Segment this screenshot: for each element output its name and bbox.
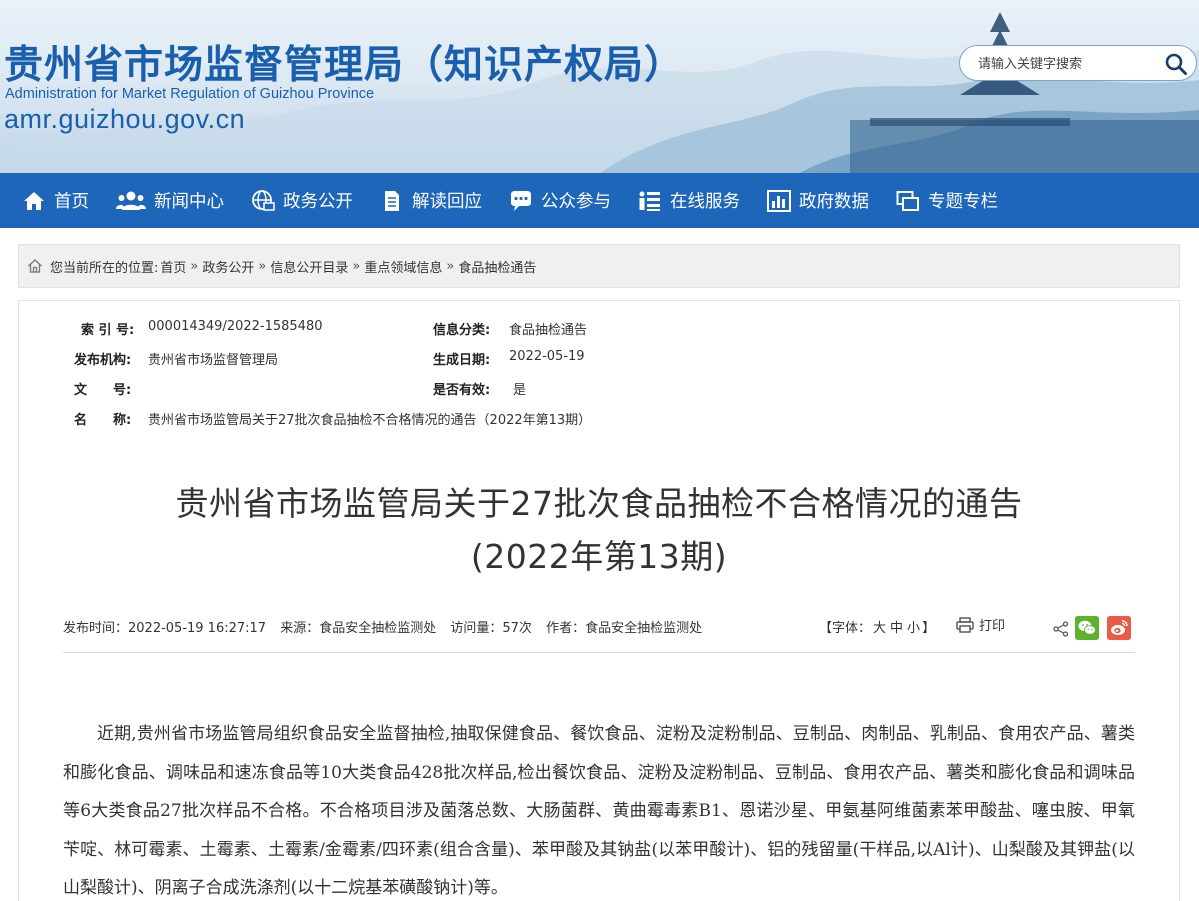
font-small-button[interactable]: 小 (907, 621, 920, 636)
article-container: 索 引 号: 000014349/2022-1585480 信息分类: 食品抽检… (18, 300, 1180, 901)
article-author: 作者：食品安全抽检监测处 (546, 621, 703, 636)
breadcrumb-home[interactable]: 首页 (160, 257, 186, 276)
meta-label: 信息分类: (433, 323, 491, 338)
globe-icon (252, 189, 275, 211)
nav-item-special-topics[interactable]: 专题专栏 (896, 188, 998, 213)
article-title-line1: 贵州省市场监管局关于27批次食品抽检不合格情况的通告 (175, 484, 1023, 523)
font-large-button[interactable]: 大 (873, 621, 886, 636)
home-icon (24, 191, 44, 210)
nav-label: 政务公开 (283, 192, 353, 212)
nav-item-home[interactable]: 首页 (22, 188, 89, 213)
publish-time: 发布时间：2022-05-19 16:27:17 (63, 621, 267, 636)
meta-value-publisher: 贵州省市场监督管理局 (148, 353, 279, 368)
meta-value-date: 2022-05-19 (509, 349, 585, 364)
breadcrumb-separator: » (258, 258, 267, 274)
view-count: 访问量：57次 (450, 621, 532, 636)
print-label: 打印 (979, 619, 1006, 634)
nav-label: 首页 (54, 192, 89, 212)
meta-value-valid: 是 (513, 383, 527, 398)
article-title-line2: (2022年第13期) (470, 537, 728, 576)
site-title: 贵州省市场监督管理局（知识产权局） (4, 43, 685, 88)
breadcrumb-separator: » (446, 258, 455, 274)
article-info: 发布时间：2022-05-19 16:27:17 来源：食品安全抽检监测处 访问… (63, 617, 712, 636)
meta-label: 文 号: (74, 383, 132, 398)
nav-item-participation[interactable]: 公众参与 (509, 188, 611, 213)
font-size-label-close: 】 (922, 621, 936, 636)
home-outline-icon (28, 259, 42, 273)
meta-value-category: 食品抽检通告 (509, 323, 588, 338)
search-icon[interactable] (1164, 52, 1188, 76)
document-icon (385, 190, 399, 211)
nav-label: 政府数据 (799, 192, 869, 212)
article-body: 近期,贵州省市场监管局组织食品安全监督抽检,抽取保健食品、餐饮食品、淀粉及淀粉制… (63, 724, 1135, 898)
site-title-english: Administration for Market Regulation of … (5, 86, 375, 102)
nav-item-online-service[interactable]: 在线服务 (638, 188, 740, 213)
font-size-control: 【字体：大中小】 (819, 617, 935, 636)
wechat-share-icon[interactable] (1075, 616, 1099, 640)
nav-label: 在线服务 (670, 192, 740, 212)
nav-item-news[interactable]: 新闻中心 (116, 188, 224, 213)
breadcrumb-key-areas[interactable]: 重点领域信息 (364, 257, 442, 276)
weibo-share-icon[interactable] (1107, 616, 1131, 640)
nav-label: 公众参与 (541, 192, 611, 212)
meta-label: 是否有效: (433, 383, 491, 398)
meta-label: 索 引 号: (81, 323, 135, 338)
meta-label: 发布机构: (74, 353, 132, 368)
font-medium-button[interactable]: 中 (890, 621, 903, 636)
people-icon (116, 191, 146, 210)
list-icon (639, 191, 660, 211)
meta-value-index: 000014349/2022-1585480 (148, 319, 323, 334)
article-source: 来源：食品安全抽检监测处 (280, 621, 437, 636)
print-button[interactable]: 打印 (956, 615, 1005, 634)
printer-icon (956, 616, 974, 633)
search-box (959, 45, 1197, 81)
nav-item-gov-data[interactable]: 政府数据 (767, 188, 869, 213)
nav-label: 专题专栏 (928, 192, 998, 212)
nav-item-interpretation[interactable]: 解读回应 (380, 188, 482, 213)
breadcrumb-info-catalog[interactable]: 信息公开目录 (270, 257, 348, 276)
share-icon[interactable] (1053, 621, 1069, 637)
window-icon (896, 190, 919, 211)
bar-chart-icon (767, 189, 791, 212)
breadcrumb-separator: » (190, 258, 199, 274)
header-banner: 贵州省市场监督管理局（知识产权局） Administration for Mar… (0, 0, 1199, 173)
meta-label: 生成日期: (433, 353, 491, 368)
font-size-label: 【字体： (819, 621, 872, 636)
search-input[interactable] (978, 54, 1158, 74)
breadcrumb-gov-open[interactable]: 政务公开 (202, 257, 254, 276)
meta-label: 名 称: (74, 413, 132, 428)
site-url: amr.guizhou.gov.cn (4, 104, 246, 134)
breadcrumb-prefix: 您当前所在的位置: (50, 260, 159, 276)
chat-icon (511, 190, 531, 211)
nav-label: 新闻中心 (154, 192, 224, 212)
article-title: 贵州省市场监管局关于27批次食品抽检不合格情况的通告 (2022年第13期) (19, 477, 1179, 583)
meta-value-name: 贵州省市场监管局关于27批次食品抽检不合格情况的通告（2022年第13期） (148, 413, 592, 428)
breadcrumb-food-sampling[interactable]: 食品抽检通告 (458, 257, 536, 276)
article-info-bar: 发布时间：2022-05-19 16:27:17 来源：食品安全抽检监测处 访问… (63, 613, 1135, 653)
main-nav: 首页 新闻中心 政务公开 解读回应 公众参与 在线服务 政府数据 专题专栏 (0, 173, 1199, 228)
breadcrumb-separator: » (352, 258, 361, 274)
nav-label: 解读回应 (412, 192, 482, 212)
breadcrumb: 您当前所在的位置: 首页 » 政务公开 » 信息公开目录 » 重点领域信息 » … (18, 244, 1180, 288)
nav-item-gov-open[interactable]: 政务公开 (251, 188, 353, 213)
